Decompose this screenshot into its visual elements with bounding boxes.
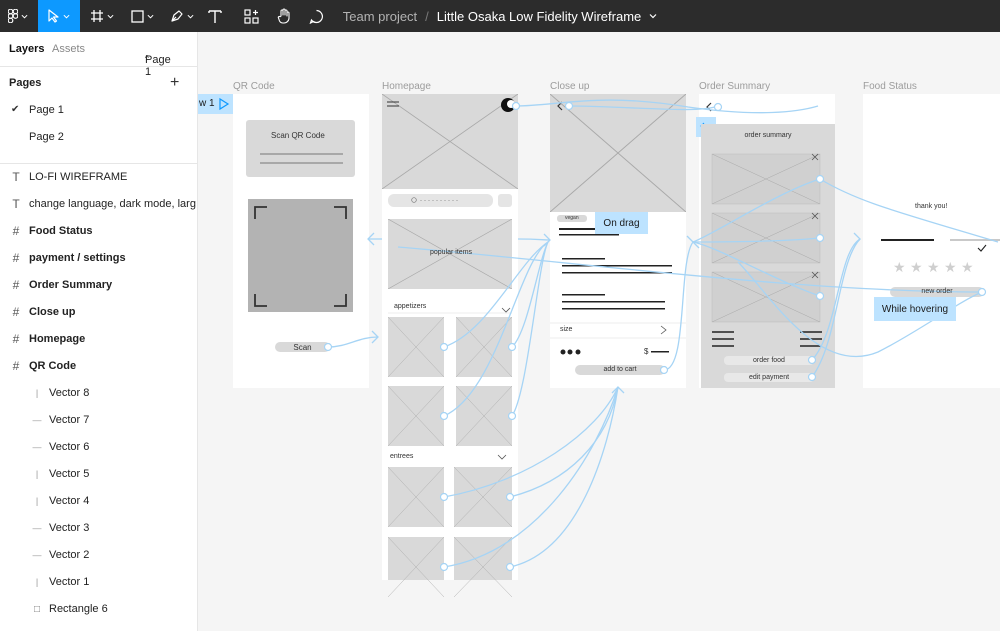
edit-payment-label[interactable]: edit payment — [724, 374, 814, 381]
text-layer-icon: T — [12, 170, 20, 184]
layer-close-up[interactable]: # Close up — [0, 299, 197, 325]
frame-title-close-up[interactable]: Close up — [550, 81, 589, 92]
layer-payment-settings[interactable]: # payment / settings — [0, 245, 197, 271]
team-name[interactable]: Team project — [343, 9, 417, 24]
appetizers-label: appetizers — [394, 303, 427, 310]
toolbar: Team project / Little Osaka Low Fidelity… — [0, 0, 1000, 32]
layer-label: Food Status — [29, 225, 93, 237]
order-food-label[interactable]: order food — [724, 357, 814, 364]
layer-label: Vector 5 — [49, 468, 90, 480]
minus-icon[interactable] — [560, 349, 566, 355]
layer-vector-8[interactable]: | Vector 8 — [0, 380, 197, 406]
layer-label: LO-FI WIREFRAME — [29, 171, 128, 183]
pages-heading: Pages — [9, 77, 42, 89]
filter-button[interactable] — [498, 194, 512, 207]
wireframe-drawing: ★ ★ ★ ★ ★ — [198, 94, 1000, 597]
layer-vector-7[interactable]: — Vector 7 — [0, 407, 197, 433]
price-label: $ — [644, 347, 649, 356]
qr-scanner-area — [248, 199, 353, 312]
quantity-indicator — [567, 349, 573, 355]
flow-start-label: w 1 — [199, 98, 215, 109]
layer-homepage[interactable]: # Homepage — [0, 326, 197, 352]
layer-lofi-wireframe[interactable]: T LO-FI WIREFRAME — [0, 164, 197, 190]
layer-label: Vector 8 — [49, 387, 90, 399]
layer-rectangle-6[interactable]: □ Rectangle 6 — [0, 596, 197, 622]
scan-qr-title: Scan QR Code — [271, 131, 325, 140]
entrees-label: entrees — [390, 453, 414, 460]
rating-stars[interactable]: ★ ★ ★ ★ ★ — [893, 260, 974, 276]
layer-label: Homepage — [29, 333, 86, 345]
vegan-tag: vegan — [565, 215, 579, 221]
page-item-label: Page 2 — [29, 131, 64, 143]
layer-label: Vector 7 — [49, 414, 90, 426]
layer-label: Vector 3 — [49, 522, 90, 534]
new-order-label[interactable]: new order — [890, 288, 984, 295]
vector-icon: | — [35, 469, 39, 479]
page-item-label: Page 1 — [29, 104, 64, 116]
vector-icon: — — [32, 442, 42, 452]
frame-layer-icon: # — [12, 278, 20, 292]
tab-layers[interactable]: Layers — [9, 43, 44, 55]
layer-label: Vector 6 — [49, 441, 90, 453]
layer-vector-6[interactable]: — Vector 6 — [0, 434, 197, 460]
layer-food-status[interactable]: # Food Status — [0, 218, 197, 244]
frame-title-order-summary[interactable]: Order Summary — [699, 81, 770, 92]
on-drag-callout[interactable]: On drag — [595, 212, 648, 234]
vector-icon: | — [35, 388, 39, 398]
file-name[interactable]: Little Osaka Low Fidelity Wireframe — [437, 9, 641, 24]
layers-panel: Layers Assets Page 1 ^ Pages + ✔ Page 1 … — [0, 32, 198, 631]
check-icon: ✔ — [11, 104, 20, 115]
text-layer-icon: T — [12, 197, 20, 211]
thank-you-message: thank you! — [915, 203, 948, 210]
frame-title-food-status[interactable]: Food Status — [863, 81, 917, 92]
layer-vector-2[interactable]: — Vector 2 — [0, 542, 197, 568]
plus-icon[interactable] — [575, 349, 581, 355]
layer-label: payment / settings — [29, 252, 126, 264]
layer-label: Vector 4 — [49, 495, 90, 507]
layer-vector-4[interactable]: | Vector 4 — [0, 488, 197, 514]
breadcrumb-separator: / — [425, 8, 429, 24]
frame-layer-icon: # — [12, 305, 20, 319]
panel-tabs: Layers Assets Page 1 ^ — [0, 32, 197, 78]
layer-vector-5[interactable]: | Vector 5 — [0, 461, 197, 487]
while-hovering-callout[interactable]: While hovering — [874, 297, 956, 321]
tab-assets[interactable]: Assets — [52, 43, 85, 55]
vector-icon: — — [32, 415, 42, 425]
popular-items-label: popular items — [430, 249, 473, 256]
layer-label: Rectangle 6 — [49, 603, 108, 615]
chevron-down-icon[interactable] — [649, 12, 657, 20]
order-summary-title: order summary — [744, 132, 792, 139]
frame-layer-icon: # — [12, 359, 20, 373]
frame-layer-icon: # — [12, 251, 20, 265]
layer-label: Vector 2 — [49, 549, 90, 561]
layer-label: change language, dark mode, larg... — [29, 198, 197, 210]
vector-icon: | — [35, 577, 39, 587]
frame-title-homepage[interactable]: Homepage — [382, 81, 431, 92]
chevron-up-icon: ^ — [145, 54, 149, 63]
layer-qr-code[interactable]: # QR Code — [0, 353, 197, 379]
rectangle-layer-icon: □ — [33, 603, 41, 615]
layer-vector-3[interactable]: — Vector 3 — [0, 515, 197, 541]
layer-label: Vector 1 — [49, 576, 90, 588]
layer-order-summary[interactable]: # Order Summary — [0, 272, 197, 298]
size-label: size — [560, 326, 573, 333]
frame-layer-icon: # — [12, 224, 20, 238]
add-to-cart-label[interactable]: add to cart — [575, 366, 665, 373]
layer-label: Order Summary — [29, 279, 113, 291]
layer-change-language[interactable]: Tchange language, dark mode, larg... — [0, 191, 197, 217]
frame-layer-icon: # — [12, 332, 20, 346]
scan-button-label[interactable]: Scan — [275, 343, 330, 352]
scan-card — [246, 120, 355, 177]
vector-icon: — — [32, 523, 42, 533]
frame-title-qr-code[interactable]: QR Code — [233, 81, 275, 92]
vector-icon: | — [35, 496, 39, 506]
vector-icon: — — [32, 550, 42, 560]
design-canvas[interactable]: ★ ★ ★ ★ ★ QR Code Homepage Close up Orde… — [198, 32, 1000, 631]
layer-vector-1[interactable]: | Vector 1 — [0, 569, 197, 595]
layer-label: Close up — [29, 306, 76, 318]
file-title-bar: Team project / Little Osaka Low Fidelity… — [0, 0, 1000, 32]
add-page-button[interactable]: + — [170, 74, 179, 92]
layer-label: QR Code — [29, 360, 77, 372]
